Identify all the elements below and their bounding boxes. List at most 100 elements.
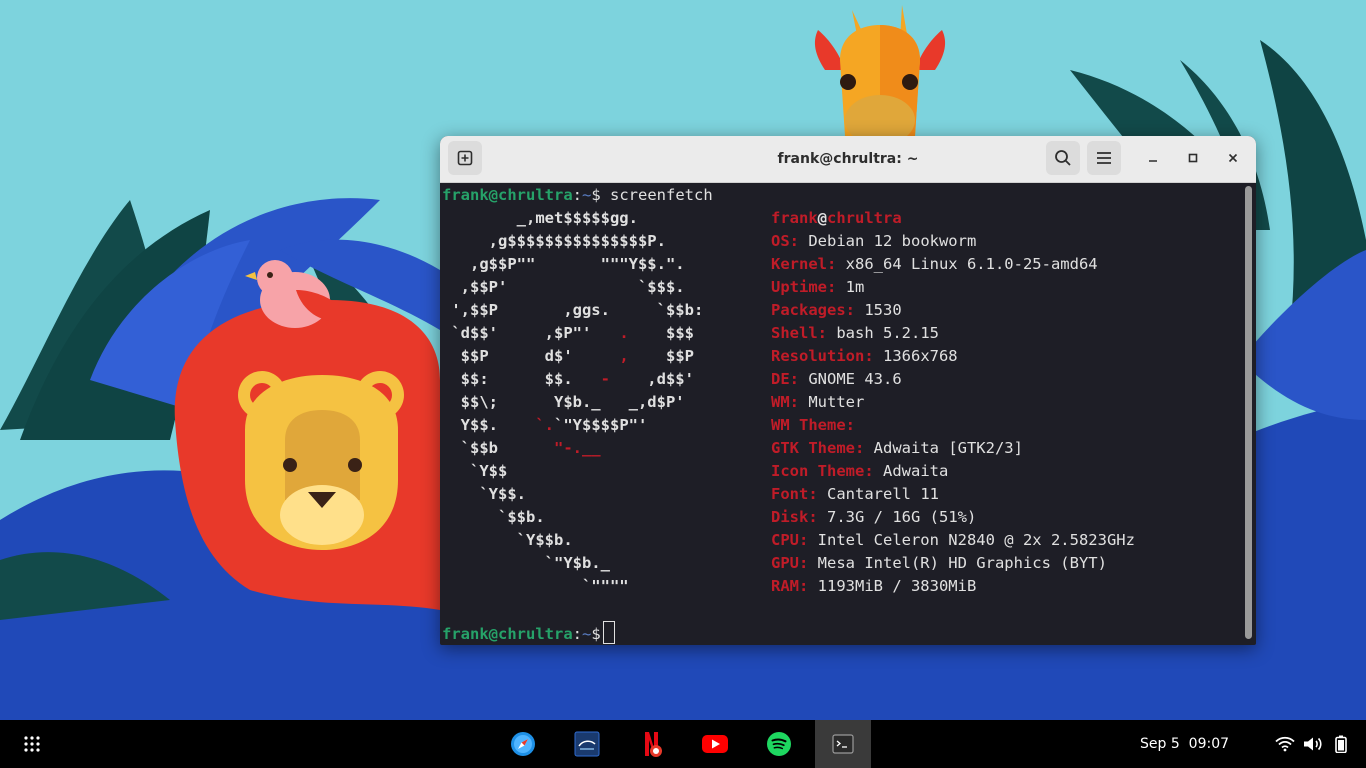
info-line: WM Theme: (771, 414, 855, 437)
ascii-art-segment: `. (535, 416, 554, 434)
maximize-icon (1188, 153, 1198, 163)
prompt-user-host: frank@chrultra (442, 625, 573, 643)
ascii-art-segment: , (619, 347, 629, 365)
ascii-art-line: `Y$$b. (442, 529, 573, 552)
prompt-symbol: $ (591, 186, 601, 204)
info-line: GTK Theme: Adwaita [GTK2/3] (771, 437, 1023, 460)
minimize-button[interactable] (1139, 144, 1167, 172)
ascii-art-line: ',$$P ,ggs. `$$b: (442, 299, 703, 322)
info-value: bash 5.2.15 (827, 324, 939, 342)
info-value: 7.3G / 16G (51%) (817, 508, 977, 526)
info-value: Mesa Intel(R) HD Graphics (BYT) (808, 554, 1107, 572)
ascii-art-line: $$: $$. - ,d$$' (442, 368, 694, 391)
info-label: Uptime: (771, 278, 837, 296)
system-info: frank@chrultra OS: Debian 12 bookworm Ker… (771, 207, 1251, 595)
taskbar-clock[interactable]: Sep 5 09:07 (1140, 720, 1229, 768)
info-label: GTK Theme: (771, 439, 865, 457)
wifi-icon (1275, 736, 1295, 752)
speaker-icon (1304, 737, 1322, 751)
taskbar-app-spotify[interactable] (751, 720, 807, 768)
info-label: DE: (771, 370, 799, 388)
spotify-icon (767, 732, 791, 756)
info-line: Packages: 1530 (771, 299, 902, 322)
info-user: frank (771, 209, 818, 227)
ascii-art-segment: `d$$' ,$P"' (442, 324, 620, 342)
ascii-art-segment: ,$$P' `$$$. (442, 278, 685, 296)
ascii-art-segment: `Y$$ (442, 462, 508, 480)
command-line: frank@chrultra:~$ screenfetch (442, 184, 713, 207)
info-host: chrultra (827, 209, 902, 227)
info-label: CPU: (771, 531, 809, 549)
info-title: frank@chrultra (771, 207, 902, 230)
clock-date: Sep 5 (1140, 736, 1180, 752)
ascii-art-line: $$P d$' , $$P (442, 345, 694, 368)
ascii-art-line: Y$$. `.`"Y$$$$P"' (442, 414, 648, 437)
wifi-status[interactable] (1273, 732, 1297, 756)
taskbar-app-youtube[interactable] (687, 720, 743, 768)
close-button[interactable] (1219, 144, 1247, 172)
terminal-scrollbar[interactable] (1244, 184, 1253, 641)
info-line: Shell: bash 5.2.15 (771, 322, 939, 345)
search-button[interactable] (1046, 141, 1080, 175)
info-value: Debian 12 bookworm (799, 232, 977, 250)
info-line: Uptime: 1m (771, 276, 864, 299)
taskbar-app-disney-plus[interactable] (559, 720, 615, 768)
compass-browser-icon (511, 732, 535, 756)
ascii-art-segment: - (600, 370, 610, 388)
info-label: WM: (771, 393, 799, 411)
info-line: WM: Mutter (771, 391, 864, 414)
taskbar-app-netflix[interactable] (623, 720, 679, 768)
prompt-user-host: frank@chrultra (442, 186, 573, 204)
info-at: @ (817, 209, 828, 227)
ascii-art-line: `$$b "-.__ (442, 437, 601, 460)
ascii-art-line: `Y$$ (442, 460, 507, 483)
maximize-button[interactable] (1179, 144, 1207, 172)
info-label: Kernel: (771, 255, 837, 273)
info-value: 1m (836, 278, 865, 296)
terminal-output[interactable]: frank@chrultra:~$ screenfetch _,met$$$$$… (442, 184, 1242, 644)
ascii-art-segment: `Y$$. (442, 485, 526, 503)
ascii-art-segment: ,g$$P"" """Y$$.". (442, 255, 685, 273)
ascii-art-segment: ,g$$$$$$$$$$$$$$$P. (442, 232, 666, 250)
ascii-art-segment: $$: $$. (442, 370, 601, 388)
ascii-art-segment: _,met$$$$$gg. (442, 209, 638, 227)
terminal-header-bar[interactable]: frank@chrultra: ~ (440, 136, 1256, 183)
command-text: screenfetch (600, 186, 713, 204)
new-tab-button[interactable] (448, 141, 482, 175)
prompt-path: ~ (582, 625, 592, 643)
ascii-art-segment: "-.__ (553, 439, 601, 457)
menu-button[interactable] (1087, 141, 1121, 175)
taskbar-app-browser[interactable] (495, 720, 551, 768)
ascii-art-segment: `"""" (442, 577, 629, 595)
app-grid-button[interactable] (4, 720, 60, 768)
info-label: Disk: (771, 508, 818, 526)
ascii-art-line: `"Y$b._ (442, 552, 610, 575)
ascii-art-segment: . (619, 324, 629, 342)
info-value: 1366x768 (873, 347, 958, 365)
terminal-window[interactable]: frank@chrultra: ~ frank@chrultra:~$ scre… (440, 136, 1256, 645)
info-value: Cantarell 11 (817, 485, 939, 503)
close-icon (1228, 153, 1238, 163)
desktop: frank@chrultra: ~ frank@chrultra:~$ scre… (0, 0, 1366, 720)
window-title: frank@chrultra: ~ (777, 151, 919, 167)
ascii-art-line: `d$$' ,$P"' . $$$ (442, 322, 694, 345)
ascii-art-segment: `$$b. (442, 508, 545, 526)
taskbar: Sep 5 09:07 (0, 720, 1366, 768)
battery-status[interactable] (1329, 732, 1353, 756)
volume-status[interactable] (1301, 732, 1325, 756)
info-line: DE: GNOME 43.6 (771, 368, 902, 391)
hamburger-menu-icon (1097, 152, 1111, 164)
info-label: Icon Theme: (771, 462, 874, 480)
info-line: Kernel: x86_64 Linux 6.1.0-25-amd64 (771, 253, 1098, 276)
text-cursor (602, 621, 615, 644)
scrollbar-thumb[interactable] (1245, 186, 1252, 639)
ascii-art-segment: ',$$P ,ggs. `$$b: (442, 301, 704, 319)
ascii-art-segment: $$$ (628, 324, 694, 342)
active-prompt-line[interactable]: frank@chrultra:~$ (442, 621, 615, 644)
taskbar-app-terminal[interactable] (815, 720, 871, 768)
prompt-path: ~ (582, 186, 592, 204)
new-tab-icon (457, 150, 473, 166)
info-line: Icon Theme: Adwaita (771, 460, 948, 483)
search-icon (1055, 150, 1071, 166)
ascii-art-segment: `Y$$b. (442, 531, 573, 549)
